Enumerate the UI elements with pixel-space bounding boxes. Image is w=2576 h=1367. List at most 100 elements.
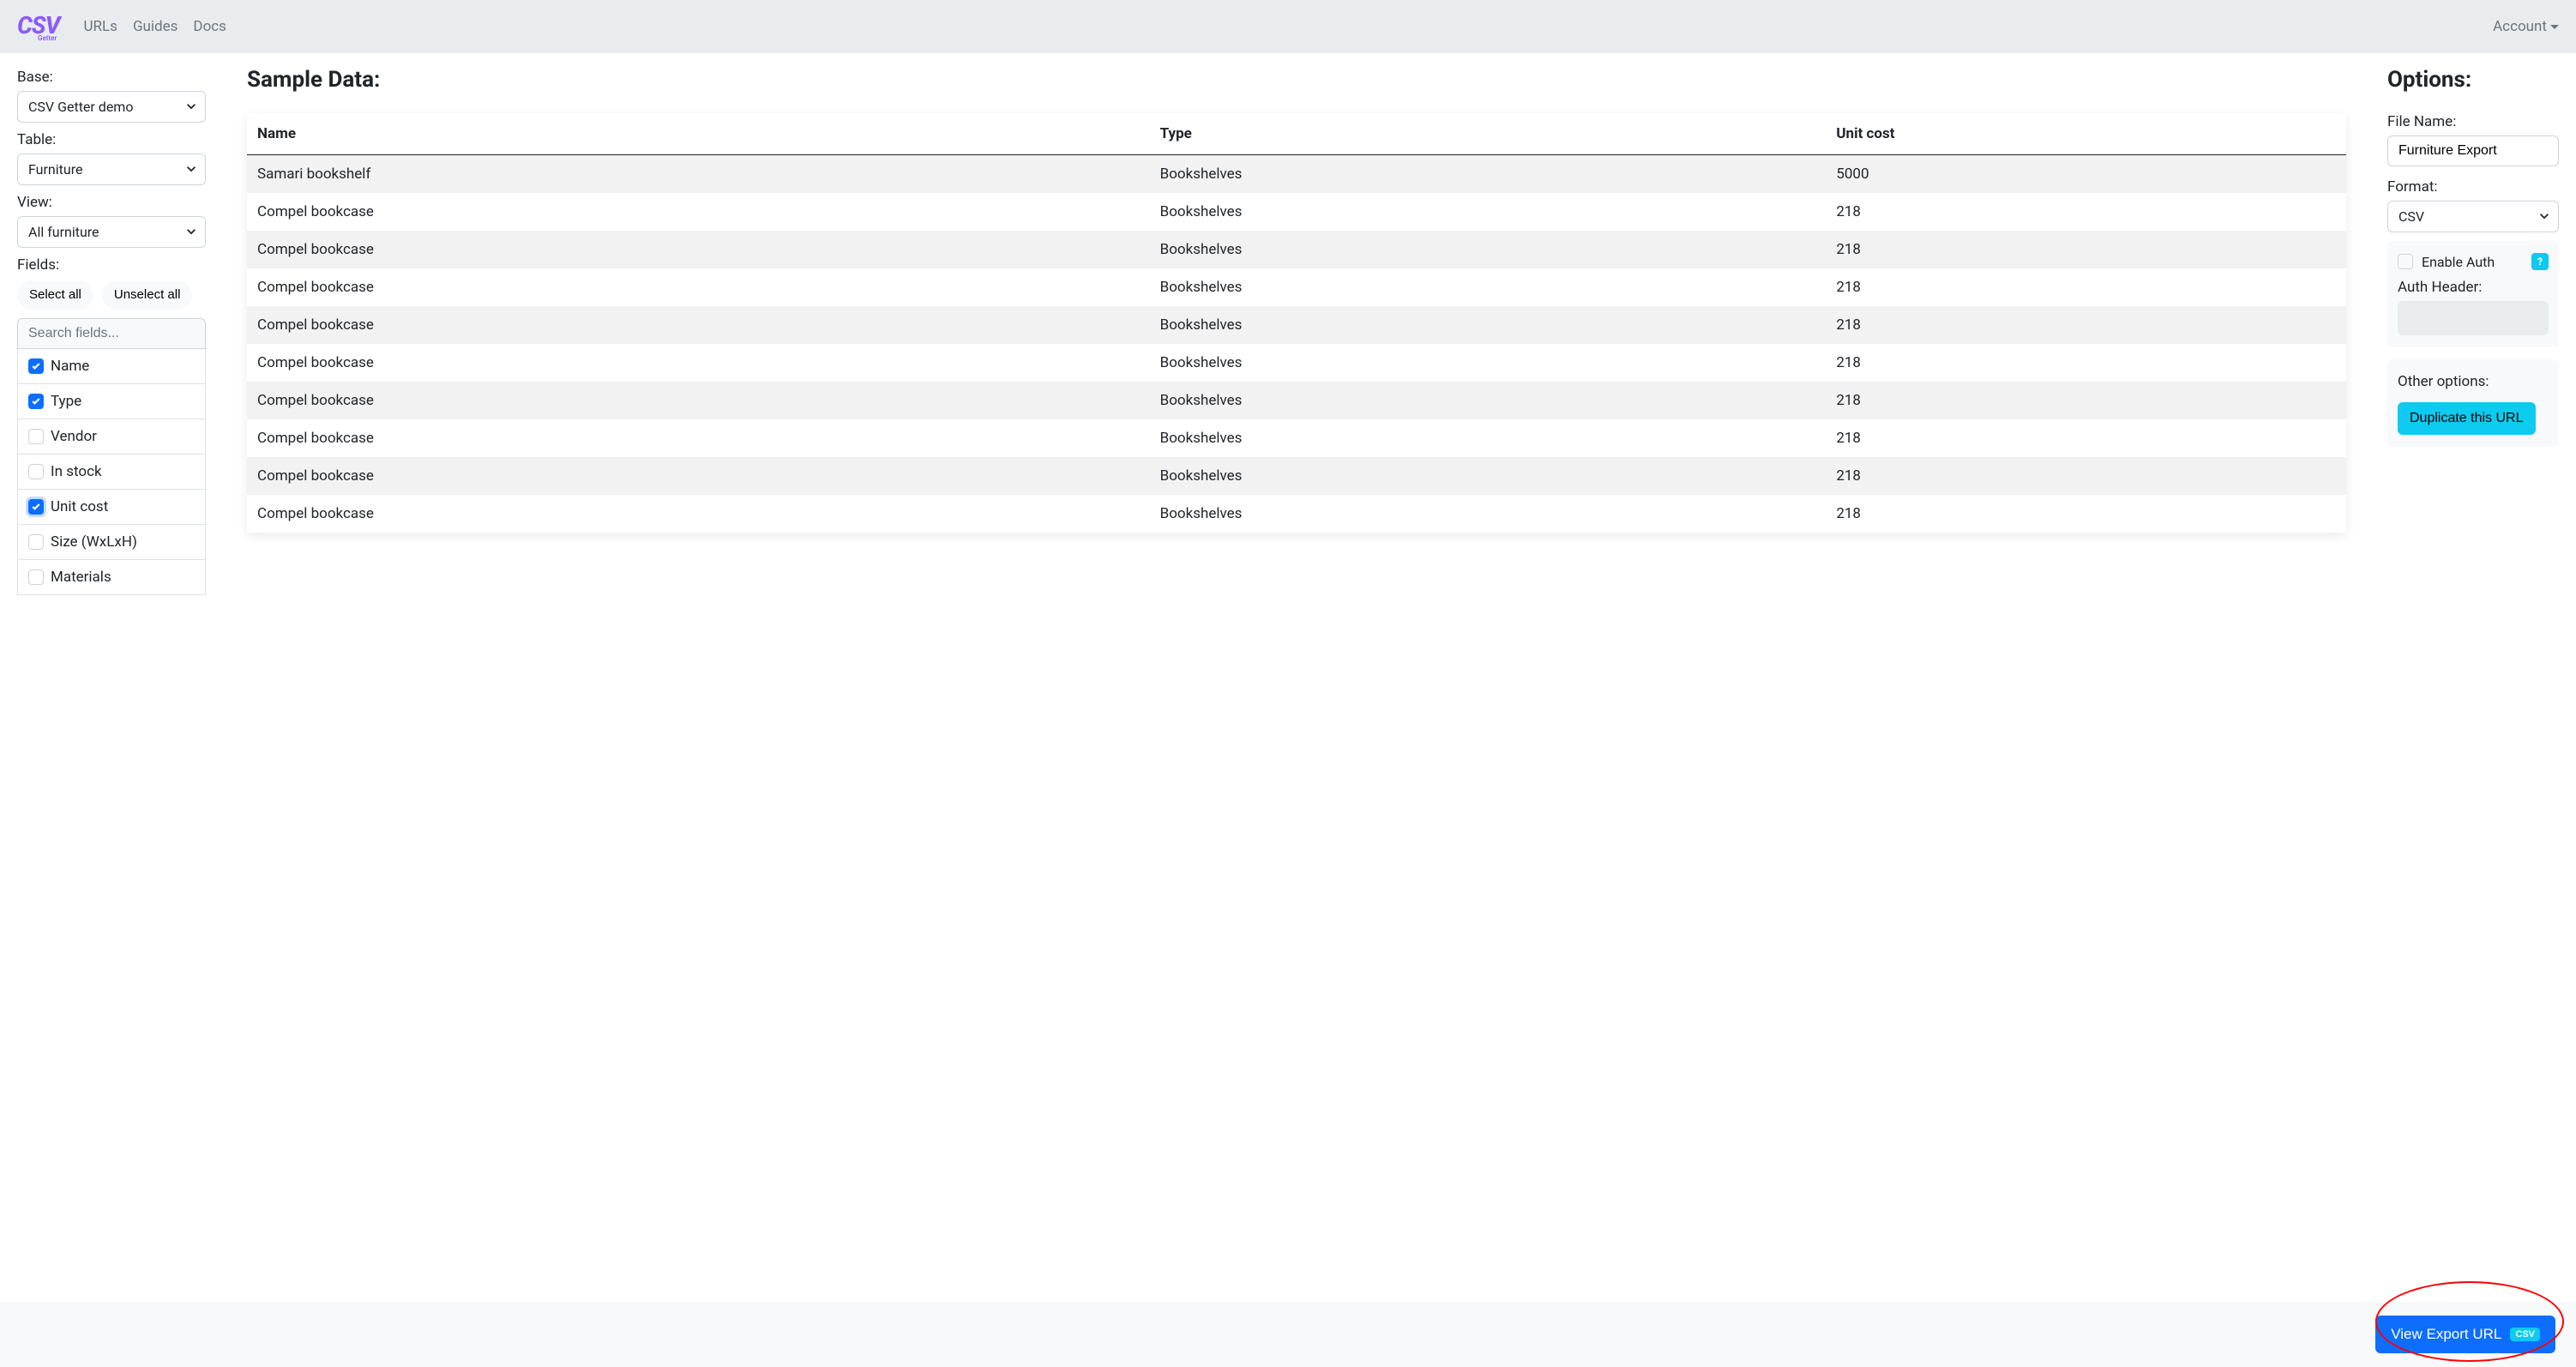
file-name-label: File Name: <box>2387 113 2559 130</box>
field-item[interactable]: Vendor <box>18 419 205 455</box>
duplicate-url-button[interactable]: Duplicate this URL <box>2398 402 2536 435</box>
table-header: Unit cost <box>1826 113 2346 155</box>
enable-auth-checkbox[interactable] <box>2398 254 2413 269</box>
logo[interactable]: CSV Getter <box>17 11 60 42</box>
view-label: View: <box>17 194 206 211</box>
table-row: Compel bookcaseBookshelves218 <box>247 457 2346 495</box>
table-cell: Bookshelves <box>1150 344 1827 382</box>
data-table: NameTypeUnit cost Samari bookshelfBooksh… <box>247 113 2346 533</box>
logo-subtext: Getter <box>38 34 60 42</box>
content-center: Sample Data: NameTypeUnit cost Samari bo… <box>226 67 2367 595</box>
table-cell: Bookshelves <box>1150 419 1827 457</box>
table-row: Compel bookcaseBookshelves218 <box>247 382 2346 419</box>
table-cell: 218 <box>1826 306 2346 344</box>
help-icon[interactable]: ? <box>2531 253 2549 270</box>
table-cell: Compel bookcase <box>247 268 1150 306</box>
field-item[interactable]: Name <box>18 349 205 384</box>
table-row: Compel bookcaseBookshelves218 <box>247 344 2346 382</box>
field-label: Unit cost <box>51 498 108 515</box>
table-row: Compel bookcaseBookshelves218 <box>247 495 2346 533</box>
table-row: Compel bookcaseBookshelves218 <box>247 306 2346 344</box>
field-item[interactable]: Size (WxLxH) <box>18 525 205 560</box>
field-label: Materials <box>51 569 111 586</box>
select-all-button[interactable]: Select all <box>17 280 93 310</box>
field-label: Vendor <box>51 428 97 445</box>
other-options-box: Other options: Duplicate this URL <box>2387 359 2559 447</box>
bottom-bar: View Export URL CSV <box>0 1302 2576 1367</box>
table-label: Table: <box>17 131 206 148</box>
table-row: Samari bookshelfBookshelves5000 <box>247 155 2346 194</box>
field-checkbox[interactable] <box>28 499 44 515</box>
enable-auth-label: Enable Auth <box>2422 254 2495 270</box>
nav-link-docs[interactable]: Docs <box>193 18 226 35</box>
field-item[interactable]: Materials <box>18 560 205 594</box>
table-cell: Compel bookcase <box>247 231 1150 268</box>
table-header: Type <box>1150 113 1827 155</box>
table-cell: Compel bookcase <box>247 344 1150 382</box>
field-checkbox[interactable] <box>28 534 44 550</box>
table-cell: 218 <box>1826 382 2346 419</box>
table-cell: Bookshelves <box>1150 457 1827 495</box>
base-label: Base: <box>17 69 206 86</box>
view-select[interactable]: All furniture <box>17 216 206 248</box>
auth-box: Enable Auth ? Auth Header: <box>2387 241 2559 347</box>
table-cell: Compel bookcase <box>247 457 1150 495</box>
table-cell: Samari bookshelf <box>247 155 1150 194</box>
field-checkbox[interactable] <box>28 569 44 585</box>
field-item[interactable]: In stock <box>18 455 205 490</box>
table-cell: 218 <box>1826 231 2346 268</box>
field-label: In stock <box>51 463 102 480</box>
table-row: Compel bookcaseBookshelves218 <box>247 231 2346 268</box>
field-label: Size (WxLxH) <box>51 533 137 551</box>
auth-header-label: Auth Header: <box>2398 279 2549 296</box>
table-row: Compel bookcaseBookshelves218 <box>247 193 2346 231</box>
sidebar-left: Base: CSV Getter demo Table: Furniture V… <box>17 67 206 595</box>
csv-badge: CSV <box>2510 1328 2540 1341</box>
table-cell: Bookshelves <box>1150 495 1827 533</box>
view-export-url-label: View Export URL <box>2391 1326 2501 1343</box>
options-title: Options: <box>2387 67 2559 93</box>
field-item[interactable]: Type <box>18 384 205 419</box>
fields-label: Fields: <box>17 256 206 274</box>
field-checkbox[interactable] <box>28 358 44 374</box>
caret-down-icon <box>2550 25 2559 29</box>
table-cell: Compel bookcase <box>247 495 1150 533</box>
table-cell: Compel bookcase <box>247 193 1150 231</box>
unselect-all-button[interactable]: Unselect all <box>102 280 193 310</box>
view-export-url-button[interactable]: View Export URL CSV <box>2375 1316 2555 1353</box>
search-fields-input[interactable] <box>17 318 206 349</box>
table-cell: Compel bookcase <box>247 419 1150 457</box>
account-label: Account <box>2493 18 2547 35</box>
table-cell: Bookshelves <box>1150 306 1827 344</box>
table-cell: 218 <box>1826 344 2346 382</box>
table-cell: 218 <box>1826 419 2346 457</box>
base-select[interactable]: CSV Getter demo <box>17 91 206 123</box>
table-row: Compel bookcaseBookshelves218 <box>247 268 2346 306</box>
file-name-input[interactable] <box>2387 135 2559 166</box>
field-item[interactable]: Unit cost <box>18 490 205 525</box>
table-header: Name <box>247 113 1150 155</box>
table-cell: 218 <box>1826 495 2346 533</box>
field-checkbox[interactable] <box>28 464 44 479</box>
table-cell: Bookshelves <box>1150 155 1827 194</box>
table-cell: Bookshelves <box>1150 382 1827 419</box>
field-list: Name Type Vendor In stock Unit cost Size (WxL… <box>17 349 206 595</box>
table-cell: Bookshelves <box>1150 231 1827 268</box>
table-select[interactable]: Furniture <box>17 154 206 185</box>
field-checkbox[interactable] <box>28 394 44 409</box>
sample-data-title: Sample Data: <box>247 67 2346 93</box>
table-row: Compel bookcaseBookshelves218 <box>247 419 2346 457</box>
table-cell: 218 <box>1826 457 2346 495</box>
field-label: Type <box>51 393 81 410</box>
table-cell: Compel bookcase <box>247 306 1150 344</box>
field-checkbox[interactable] <box>28 429 44 444</box>
navbar: CSV Getter URLs Guides Docs Account <box>0 0 2576 53</box>
table-cell: 5000 <box>1826 155 2346 194</box>
format-select[interactable]: CSV <box>2387 201 2559 232</box>
nav-link-urls[interactable]: URLs <box>84 18 117 35</box>
sidebar-right: Options: File Name: Format: CSV Enable A… <box>2387 67 2559 595</box>
nav-link-guides[interactable]: Guides <box>133 18 178 35</box>
account-dropdown[interactable]: Account <box>2493 18 2559 35</box>
table-cell: Bookshelves <box>1150 193 1827 231</box>
table-cell: Compel bookcase <box>247 382 1150 419</box>
